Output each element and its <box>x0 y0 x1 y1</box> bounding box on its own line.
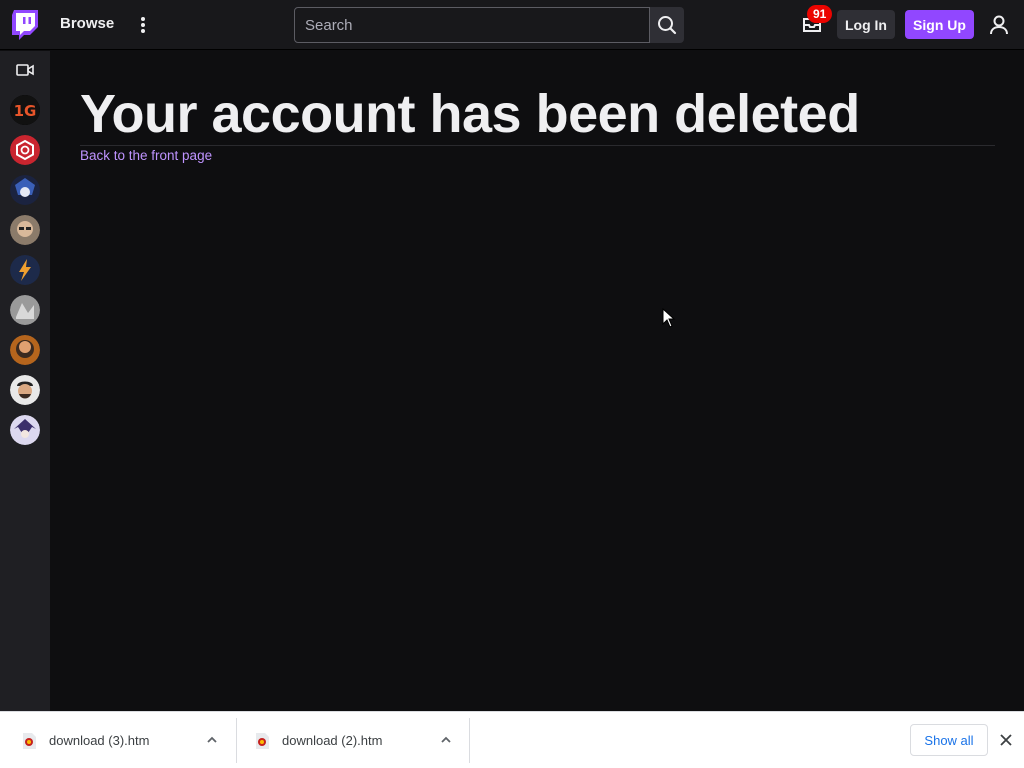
chevron-up-icon[interactable] <box>440 734 452 746</box>
red-hexagon-logo-icon <box>10 135 40 165</box>
downloads-bar: download (3).htm download (2).htm Show a… <box>0 711 1024 768</box>
page-title: Your account has been deleted <box>80 84 860 144</box>
divider <box>80 145 995 146</box>
sidebar: 1G <box>0 51 50 711</box>
search-icon <box>658 16 677 35</box>
show-all-button[interactable]: Show all <box>910 724 988 756</box>
download-filename: download (3).htm <box>49 733 150 748</box>
user-menu-icon[interactable] <box>988 14 1010 36</box>
channel-avatar-anime-purple[interactable] <box>10 415 40 445</box>
html-file-icon <box>256 732 269 749</box>
download-separator <box>469 718 470 763</box>
download-filename: download (2).htm <box>282 733 383 748</box>
main-content: Your account has been deleted Back to th… <box>50 51 1024 711</box>
channel-avatar-lightning[interactable] <box>10 255 40 285</box>
grey-avatar-icon <box>10 295 40 325</box>
1g-logo-icon: 1G <box>10 95 40 125</box>
login-button[interactable]: Log In <box>837 10 895 39</box>
notification-badge: 91 <box>807 5 833 23</box>
channel-avatar-person-glasses[interactable] <box>10 215 40 245</box>
channel-avatar-grey[interactable] <box>10 295 40 325</box>
channel-avatar-cap-person[interactable] <box>10 375 40 405</box>
search-button[interactable] <box>650 7 684 43</box>
anime-purple-avatar-icon <box>10 415 40 445</box>
channel-avatar-1g[interactable]: 1G <box>10 95 40 125</box>
chevron-up-icon[interactable] <box>206 734 218 746</box>
more-options-icon[interactable] <box>138 14 148 36</box>
html-file-icon <box>23 732 36 749</box>
download-item[interactable]: download (3).htm <box>0 718 236 763</box>
channel-avatar-anime-blue[interactable] <box>10 175 40 205</box>
bearded-avatar-icon <box>10 335 40 365</box>
browse-link[interactable]: Browse <box>60 15 114 32</box>
close-icon[interactable] <box>998 732 1014 748</box>
channel-avatar-red-logo[interactable] <box>10 135 40 165</box>
svg-text:1G: 1G <box>14 102 37 120</box>
mouse-cursor-icon <box>662 308 676 328</box>
anime-blue-avatar-icon <box>10 175 40 205</box>
twitch-logo-icon[interactable] <box>12 10 38 40</box>
download-item[interactable]: download (2).htm <box>233 718 469 763</box>
lightning-avatar-icon <box>10 255 40 285</box>
search-input[interactable] <box>294 7 650 43</box>
person-glasses-avatar-icon <box>10 215 40 245</box>
back-to-front-page-link[interactable]: Back to the front page <box>80 148 212 163</box>
signup-button[interactable]: Sign Up <box>905 10 974 39</box>
channel-avatar-bearded[interactable] <box>10 335 40 365</box>
video-camera-icon <box>16 64 34 76</box>
top-nav: Browse 91 Log In Sign Up <box>0 0 1024 50</box>
cap-person-avatar-icon <box>10 375 40 405</box>
